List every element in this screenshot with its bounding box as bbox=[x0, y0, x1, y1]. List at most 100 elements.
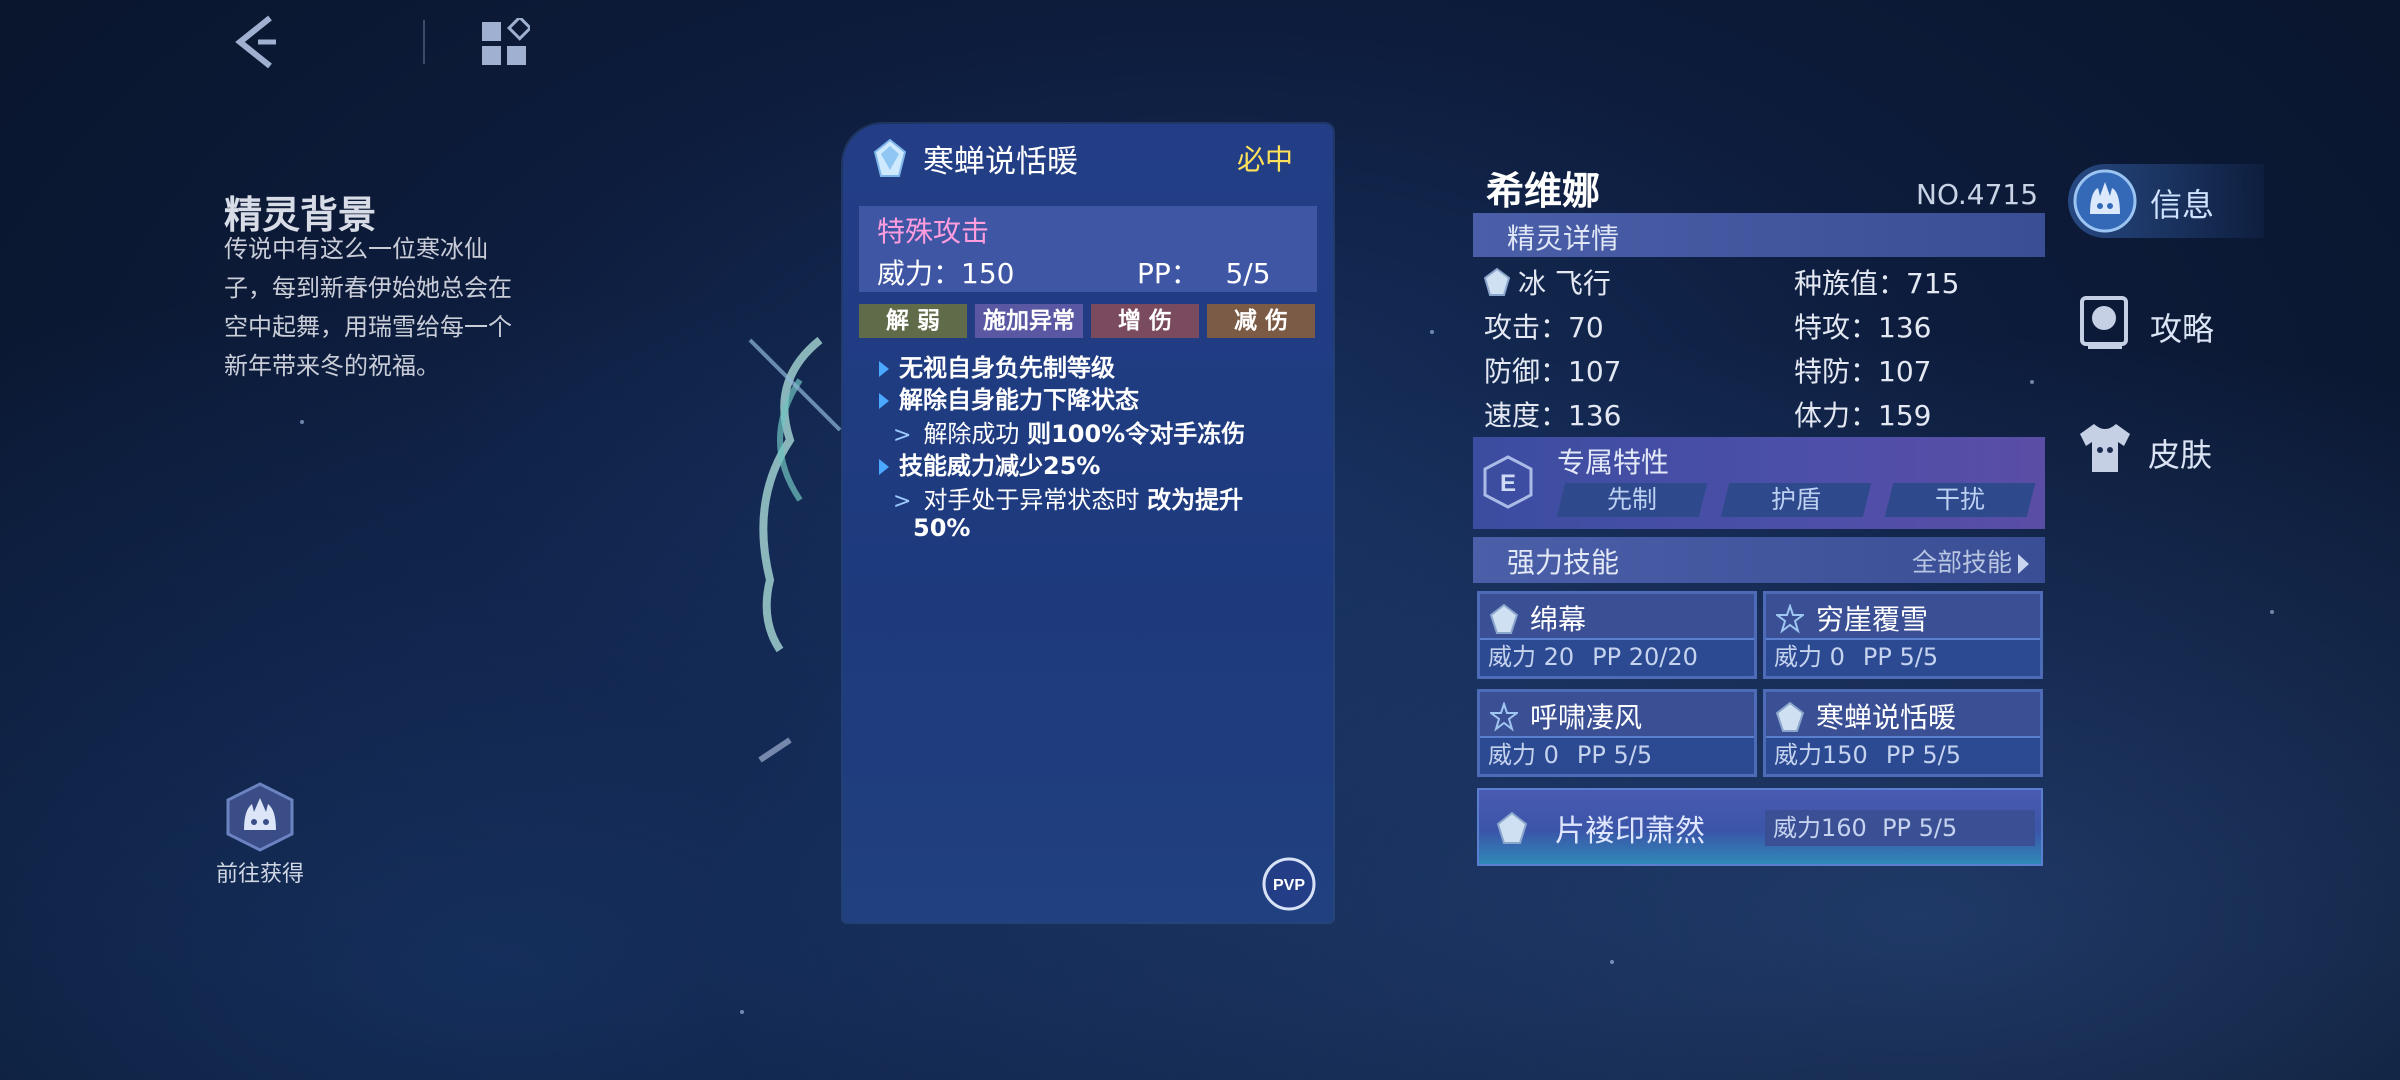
flame-hexagon-icon bbox=[226, 782, 294, 852]
pp-value: 5/5 bbox=[1225, 257, 1271, 290]
menu-button[interactable] bbox=[480, 15, 533, 68]
bullet-triangle-icon bbox=[879, 459, 889, 475]
pet-total-stat: 种族值：715 bbox=[1794, 267, 1960, 300]
ice-type-icon bbox=[1490, 604, 1518, 634]
power-skills-title: 强力技能 bbox=[1507, 546, 1620, 579]
pet-defense: 防御：107 bbox=[1484, 355, 1622, 388]
pet-detail-header: 精灵详情 bbox=[1473, 213, 2045, 257]
skill-name: 寒蝉说恬暖 bbox=[923, 144, 1078, 180]
pet-number: NO.4715 bbox=[1916, 178, 2039, 211]
skill-info-box: 特殊攻击 威力：150 PP： 5/5 bbox=[859, 206, 1317, 292]
skill-power: 威力：150 bbox=[877, 252, 1014, 292]
pet-hp: 体力：159 bbox=[1794, 399, 1932, 432]
grid-menu-icon bbox=[482, 15, 533, 65]
effect-line: 无视自身负先制等级 bbox=[879, 348, 1115, 383]
skill-card[interactable]: 穷崖覆雪 威力 0 PP 5/5 bbox=[1763, 591, 2043, 679]
star-decoration bbox=[740, 1010, 744, 1014]
skill-card-stats: 威力 20 PP 20/20 bbox=[1480, 638, 1754, 676]
skill-card[interactable]: 绵幕 威力 20 PP 20/20 bbox=[1477, 591, 1757, 679]
pet-types: 冰 飞行 bbox=[1518, 267, 1611, 300]
tag-remove-weaken: 解 弱 bbox=[859, 304, 967, 338]
toolbar-divider bbox=[423, 20, 425, 64]
svg-text:PVP: PVP bbox=[1273, 877, 1305, 894]
back-chevron-icon bbox=[235, 15, 276, 69]
snowflake-icon bbox=[1776, 604, 1804, 634]
nav-guide-label: 攻略 bbox=[2150, 310, 2215, 348]
nav-guide-tab[interactable]: 攻略 bbox=[2078, 294, 2214, 356]
svg-text:E: E bbox=[1500, 470, 1516, 497]
special-skill-name: 片褛印萧然 bbox=[1555, 814, 1705, 849]
guide-book-icon bbox=[2080, 296, 2128, 349]
chevron-right-icon: > bbox=[893, 489, 912, 514]
star-decoration bbox=[1430, 330, 1434, 334]
shirt-icon bbox=[2080, 424, 2130, 472]
pet-name: 希维娜 bbox=[1486, 169, 1601, 213]
trait-chip[interactable]: 干扰 bbox=[1884, 483, 2036, 517]
skill-card-name: 穷崖覆雪 bbox=[1816, 603, 1929, 636]
star-decoration bbox=[2270, 610, 2274, 614]
pet-speed: 速度：136 bbox=[1484, 399, 1622, 432]
sprite-artwork bbox=[748, 336, 842, 763]
all-skills-link[interactable]: 全部技能 bbox=[1912, 543, 2029, 579]
effect-line: 技能威力减少25% bbox=[879, 446, 1100, 481]
pvp-switch-icon: PVP bbox=[1262, 857, 1316, 911]
ice-type-icon bbox=[1776, 702, 1804, 732]
special-skill-stats: 威力160 PP 5/5 bbox=[1765, 810, 2035, 846]
accuracy-label: 必中 bbox=[1236, 143, 1293, 176]
ice-crystal-icon bbox=[873, 138, 907, 177]
back-button[interactable] bbox=[232, 14, 282, 70]
star-decoration bbox=[1610, 960, 1614, 964]
star-decoration bbox=[300, 420, 304, 424]
ice-type-icon bbox=[1484, 268, 1510, 296]
nav-info-tab[interactable]: 信息 bbox=[2068, 164, 2264, 238]
tag-inflict-status: 施加异常 bbox=[975, 304, 1083, 338]
skill-card-stats: 威力 0 PP 5/5 bbox=[1480, 736, 1754, 774]
pet-sp-defense: 特防：107 bbox=[1794, 355, 1932, 388]
skill-card-stats: 威力 0 PP 5/5 bbox=[1766, 638, 2040, 676]
effect-subline: > 对手处于异常状态时 改为提升 bbox=[893, 486, 1244, 514]
background-text: 传说中有这么一位寒冰仙子，每到新春伊始她总会在空中起舞，用瑞雪给每一个新年带来冬… bbox=[224, 235, 512, 380]
pet-sp-attack: 特攻：136 bbox=[1794, 311, 1932, 344]
trait-title: 专属特性 bbox=[1557, 446, 1670, 479]
obtain-button[interactable]: 前往获得 bbox=[208, 782, 312, 888]
pp-label: PP： bbox=[1137, 257, 1199, 290]
trait-chip[interactable]: 先制 bbox=[1556, 483, 1708, 517]
all-skills-label: 全部技能 bbox=[1911, 548, 2012, 577]
bullet-triangle-icon bbox=[879, 393, 889, 409]
ice-type-icon bbox=[1497, 812, 1527, 844]
skill-category: 特殊攻击 bbox=[877, 215, 990, 248]
trait-chip[interactable]: 护盾 bbox=[1720, 483, 1872, 517]
skill-card-name: 绵幕 bbox=[1530, 603, 1587, 636]
effect-line: 解除自身能力下降状态 bbox=[879, 380, 1139, 415]
obtain-label: 前往获得 bbox=[215, 862, 304, 887]
power-label: 威力： bbox=[877, 257, 962, 290]
skill-card-name: 呼啸凄风 bbox=[1530, 701, 1643, 734]
nav-info-label: 信息 bbox=[2150, 186, 2215, 224]
trait-label: 先制 bbox=[1606, 485, 1657, 514]
pvp-toggle-button[interactable]: PVP bbox=[1261, 856, 1317, 912]
trait-hexagon-icon: E bbox=[1483, 455, 1533, 509]
effect-subline: > 解除成功 则100%令对手冻伤 bbox=[893, 420, 1246, 448]
chevron-right-icon: > bbox=[893, 423, 912, 448]
effect-subline-cont: 50% bbox=[913, 514, 971, 542]
skill-detail-panel: 寒蝉说恬暖 必中 特殊攻击 威力：150 PP： 5/5 解 弱 施加异常 增 … bbox=[843, 124, 1333, 922]
exclusive-trait-box: E 专属特性 先制 护盾 干扰 bbox=[1473, 437, 2045, 529]
tag-damage-down: 减 伤 bbox=[1207, 304, 1315, 338]
nav-skin-label: 皮肤 bbox=[2148, 436, 2213, 474]
pet-attack: 攻击：70 bbox=[1484, 311, 1604, 344]
arrow-right-icon bbox=[2018, 554, 2029, 574]
pet-face-icon bbox=[2073, 169, 2137, 233]
power-value: 150 bbox=[961, 257, 1015, 290]
pet-detail-label: 精灵详情 bbox=[1507, 222, 1620, 255]
trait-label: 护盾 bbox=[1770, 485, 1821, 514]
nav-skin-tab[interactable]: 皮肤 bbox=[2076, 420, 2212, 480]
tag-damage-up: 增 伤 bbox=[1091, 304, 1199, 338]
skill-card-stats: 威力150 PP 5/5 bbox=[1766, 736, 2040, 774]
trait-label: 干扰 bbox=[1934, 485, 1985, 514]
special-skill-card[interactable]: 片褛印萧然 威力160 PP 5/5 bbox=[1477, 788, 2043, 866]
skill-pp: PP： 5/5 bbox=[1137, 252, 1271, 292]
skill-card[interactable]: 呼啸凄风 威力 0 PP 5/5 bbox=[1477, 689, 1757, 777]
skill-card-name: 寒蝉说恬暖 bbox=[1816, 701, 1957, 734]
bullet-triangle-icon bbox=[879, 361, 889, 377]
skill-card[interactable]: 寒蝉说恬暖 威力150 PP 5/5 bbox=[1763, 689, 2043, 777]
